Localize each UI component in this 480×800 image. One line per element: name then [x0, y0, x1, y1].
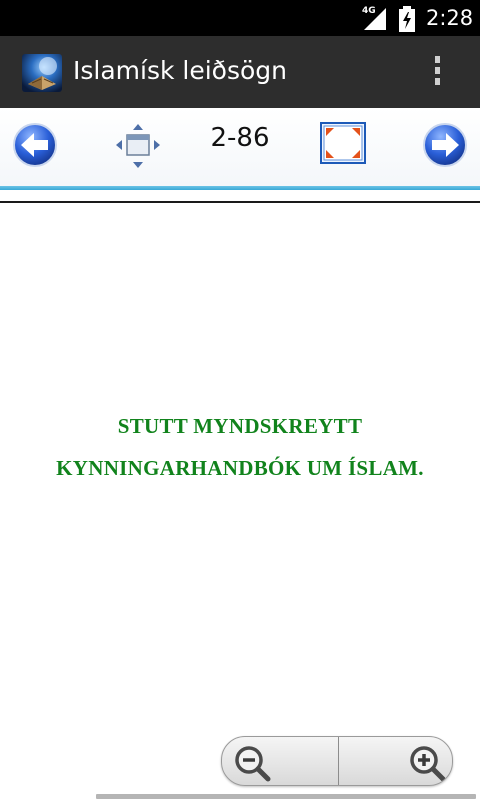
overflow-menu-icon[interactable] [430, 56, 444, 90]
page-top-border [0, 201, 480, 203]
next-page-button[interactable] [422, 122, 468, 168]
fullscreen-button[interactable] [320, 122, 366, 164]
previous-page-button[interactable] [12, 122, 58, 168]
battery-charging-icon [399, 6, 415, 32]
arrow-right-icon [423, 123, 467, 167]
status-bar: 4G 2:28 [0, 0, 480, 36]
document-title-line-2: KYNNINGARHANDBÓK UM ÍSLAM. [56, 456, 424, 480]
horizontal-scrollbar[interactable] [96, 794, 476, 799]
document-title-line-1: STUTT MYNDSKREYTT [117, 414, 363, 438]
app-icon[interactable] [22, 54, 62, 92]
zoom-out-button[interactable] [222, 737, 338, 785]
page-indicator: 2-86 [210, 123, 270, 153]
clock: 2:28 [426, 6, 474, 30]
zoom-out-icon [235, 746, 271, 782]
fit-page-icon [116, 124, 160, 168]
action-bar: Islamísk leiðsögn [0, 36, 480, 108]
fullscreen-icon [320, 122, 366, 164]
app-title: Islamísk leiðsögn [73, 56, 288, 85]
arrow-left-icon [13, 123, 57, 167]
toolbar-divider [0, 186, 480, 190]
zoom-in-icon [410, 746, 446, 782]
toolbar: 2-86 [0, 108, 480, 186]
fit-page-button[interactable] [114, 122, 162, 170]
signal-icon [364, 8, 386, 30]
zoom-controls [221, 736, 453, 786]
zoom-in-button[interactable] [339, 737, 452, 785]
